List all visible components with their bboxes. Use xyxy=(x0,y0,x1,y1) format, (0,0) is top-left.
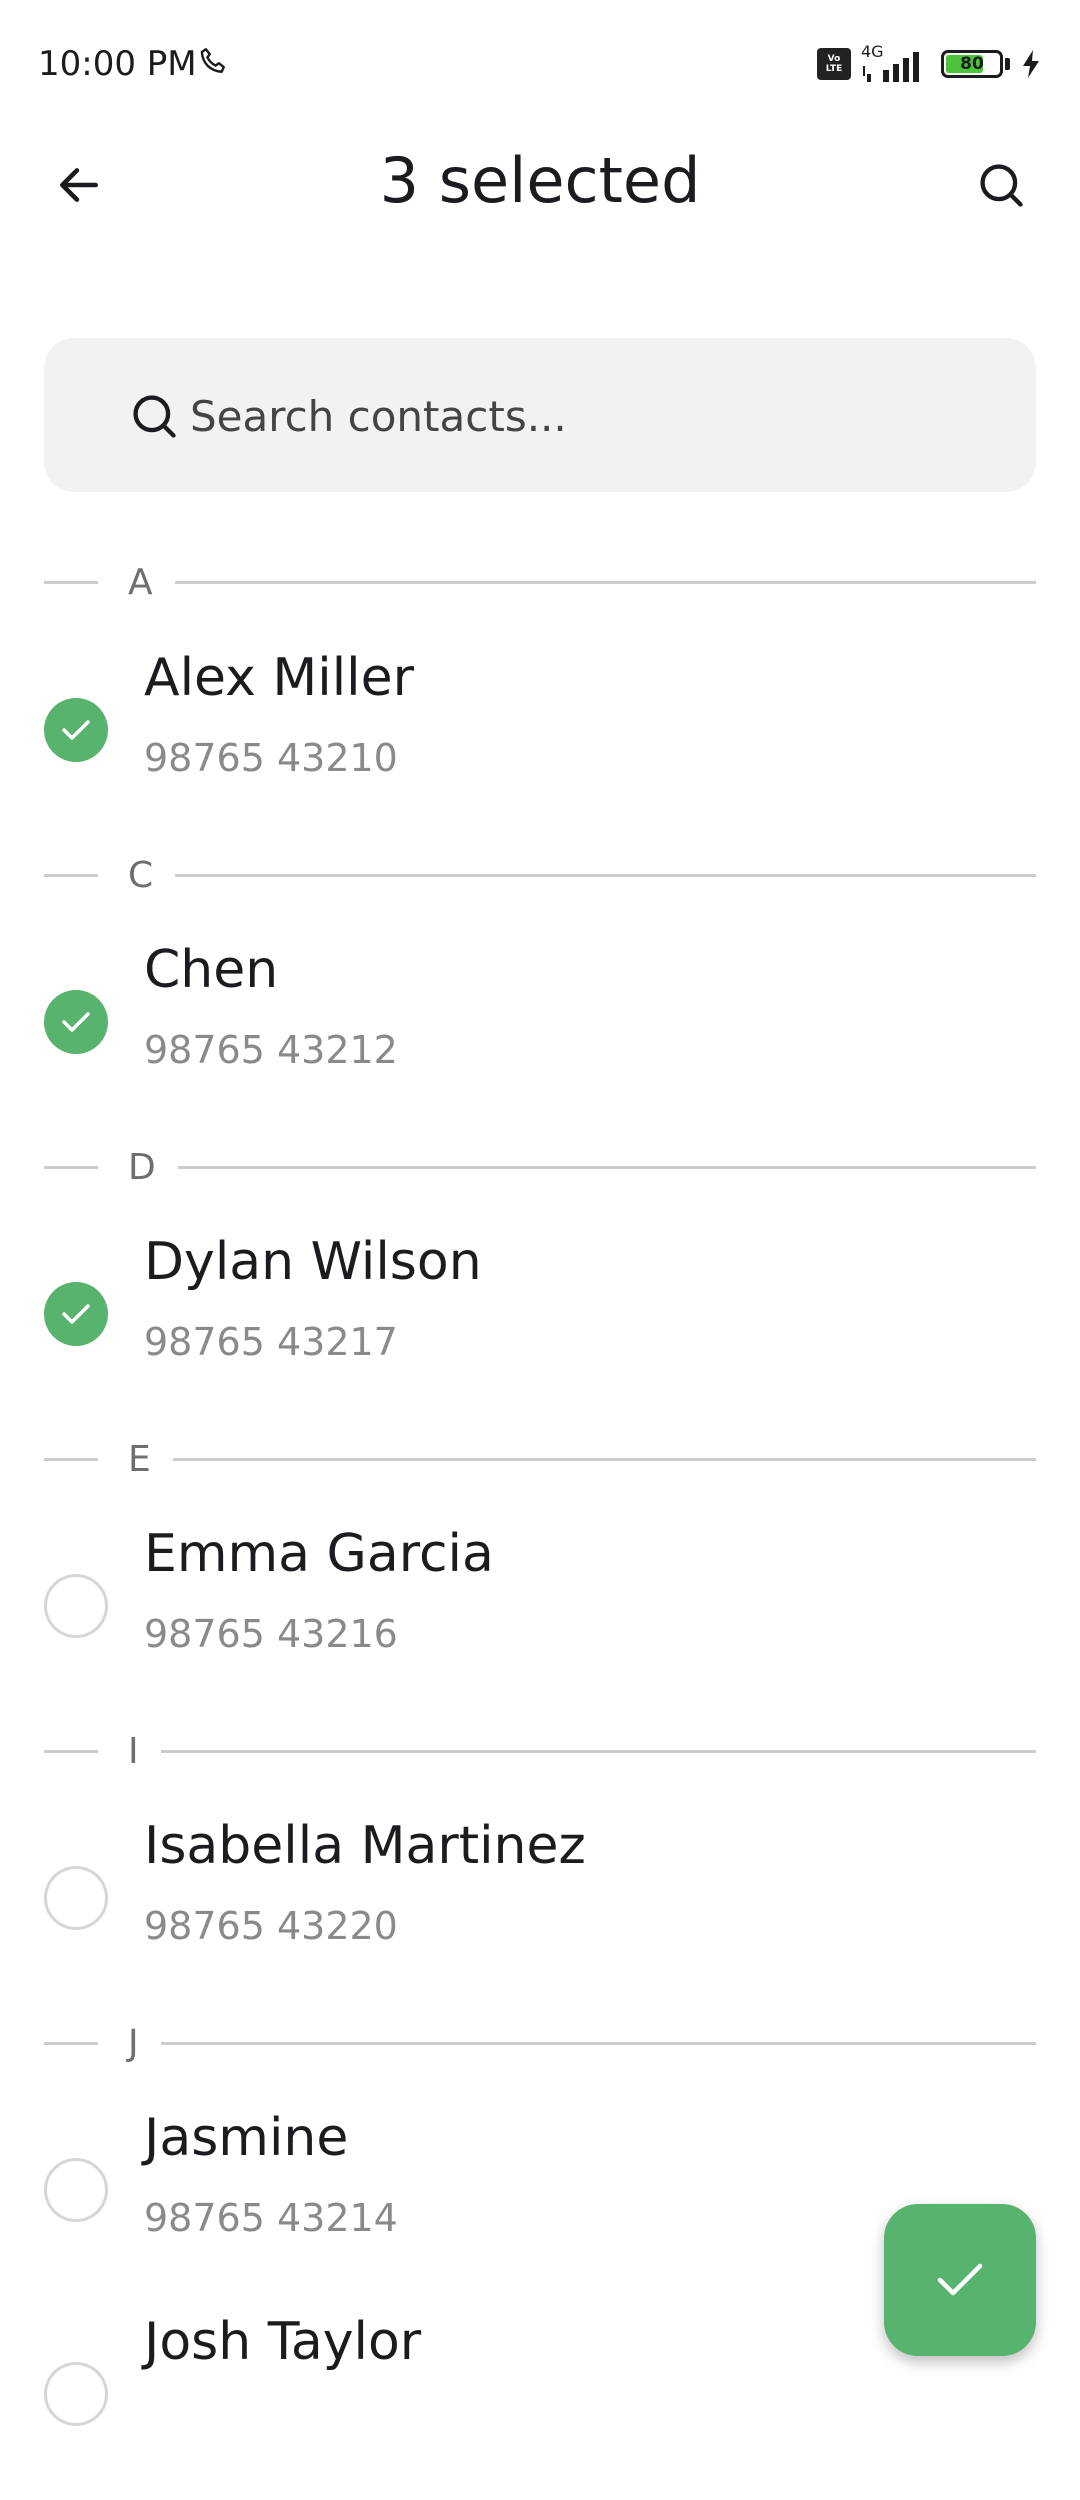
contact-name: Alex Miller xyxy=(144,648,414,708)
contact-name: Dylan Wilson xyxy=(144,1232,482,1292)
contact-phone: 98765 43217 xyxy=(144,1320,398,1364)
divider xyxy=(44,2041,98,2045)
volte-text-top: Vo xyxy=(827,54,841,64)
contact-name: Emma Garcia xyxy=(144,1524,494,1584)
section-header: I xyxy=(44,1730,1036,1772)
contact-name: Jasmine xyxy=(144,2108,349,2168)
section-letter: D xyxy=(128,1146,156,1188)
contact-name: Josh Taylor xyxy=(144,2312,422,2372)
contact-row[interactable]: Dylan Wilson 98765 43217 xyxy=(0,1220,1080,1420)
status-bar: 10:00 PM Vo LTE 4G 80 xyxy=(0,0,1080,120)
contact-name: Isabella Martinez xyxy=(144,1816,586,1876)
check-icon xyxy=(62,1012,90,1032)
divider xyxy=(44,1165,98,1169)
divider xyxy=(160,2041,1036,2045)
charging-icon xyxy=(1023,50,1039,78)
contact-phone: 98765 43212 xyxy=(144,1028,398,1072)
signal-strength-icon: 4G xyxy=(861,42,931,84)
section-header: D xyxy=(44,1146,1036,1188)
divider xyxy=(44,873,98,877)
divider xyxy=(160,1749,1036,1753)
section-letter: I xyxy=(128,1730,139,1772)
checkbox-checked[interactable] xyxy=(44,698,108,762)
volte-text-bottom: LTE xyxy=(825,64,843,74)
contact-row[interactable]: Alex Miller 98765 43210 xyxy=(0,636,1080,836)
checkbox-checked[interactable] xyxy=(44,990,108,1054)
battery-icon: 80 xyxy=(941,50,1003,78)
check-icon xyxy=(937,2263,983,2296)
contact-phone: 98765 43216 xyxy=(144,1612,398,1656)
section-header: C xyxy=(44,854,1036,896)
section-header: J xyxy=(44,2022,1036,2064)
section-header: A xyxy=(44,561,1036,603)
checkbox-unchecked[interactable] xyxy=(44,1574,108,1638)
contact-row[interactable]: Chen 98765 43212 xyxy=(0,928,1080,1128)
battery-cap xyxy=(1005,58,1010,70)
app-bar: 3 selected xyxy=(0,120,1080,244)
checkbox-unchecked[interactable] xyxy=(44,2362,108,2426)
confirm-selection-button[interactable] xyxy=(884,2204,1036,2356)
search-bar[interactable] xyxy=(44,338,1036,492)
divider xyxy=(44,1749,98,1753)
section-letter: E xyxy=(128,1438,151,1480)
checkbox-unchecked[interactable] xyxy=(44,2158,108,2222)
divider xyxy=(44,1457,98,1461)
section-letter: J xyxy=(128,2022,139,2064)
divider xyxy=(172,1457,1036,1461)
divider xyxy=(174,580,1036,584)
contact-row[interactable]: Emma Garcia 98765 43216 xyxy=(0,1512,1080,1712)
search-button[interactable] xyxy=(966,150,1036,220)
status-indicators: Vo LTE 4G 80 xyxy=(817,42,1042,86)
phone-call-icon xyxy=(200,48,225,73)
checkbox-checked[interactable] xyxy=(44,1282,108,1346)
checkbox-unchecked[interactable] xyxy=(44,1866,108,1930)
check-icon xyxy=(62,1304,90,1324)
check-icon xyxy=(62,720,90,740)
status-time: 10:00 PM xyxy=(38,44,197,84)
volte-icon: Vo LTE xyxy=(817,48,851,80)
search-icon xyxy=(980,164,1023,207)
section-letter: A xyxy=(128,561,153,603)
contact-name: Chen xyxy=(144,940,279,1000)
contact-row[interactable]: Isabella Martinez 98765 43220 xyxy=(0,1804,1080,2004)
contact-phone: 98765 43220 xyxy=(144,1904,398,1948)
contact-phone: 98765 43214 xyxy=(144,2196,398,2240)
divider xyxy=(177,1165,1036,1169)
divider xyxy=(175,873,1036,877)
search-input[interactable] xyxy=(188,378,992,454)
section-letter: C xyxy=(128,854,154,896)
divider xyxy=(44,580,98,584)
search-icon xyxy=(133,395,176,438)
contact-phone: 98765 43210 xyxy=(144,736,398,780)
page-title: 3 selected xyxy=(379,144,701,217)
section-header: E xyxy=(44,1438,1036,1480)
battery-level: 80 xyxy=(960,54,984,74)
